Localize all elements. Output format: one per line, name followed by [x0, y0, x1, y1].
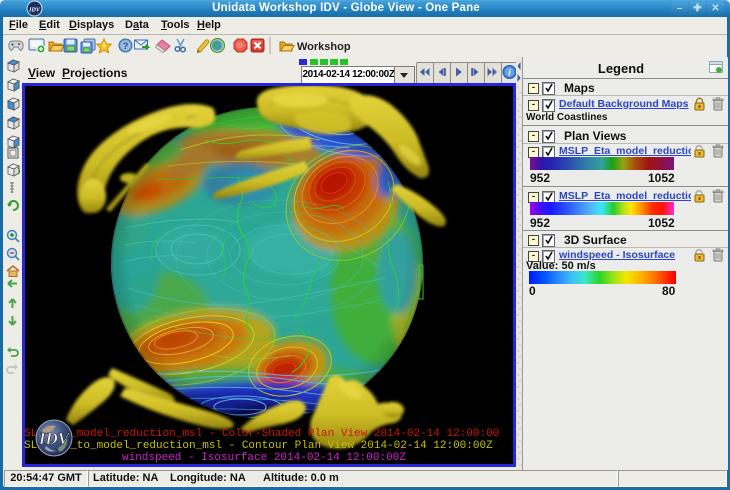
svg-text:IDV: IDV — [38, 429, 71, 448]
svg-text:?: ? — [123, 41, 129, 52]
svg-text:Workshop: Workshop — [297, 41, 351, 53]
svg-text:IDV: IDV — [28, 8, 41, 14]
